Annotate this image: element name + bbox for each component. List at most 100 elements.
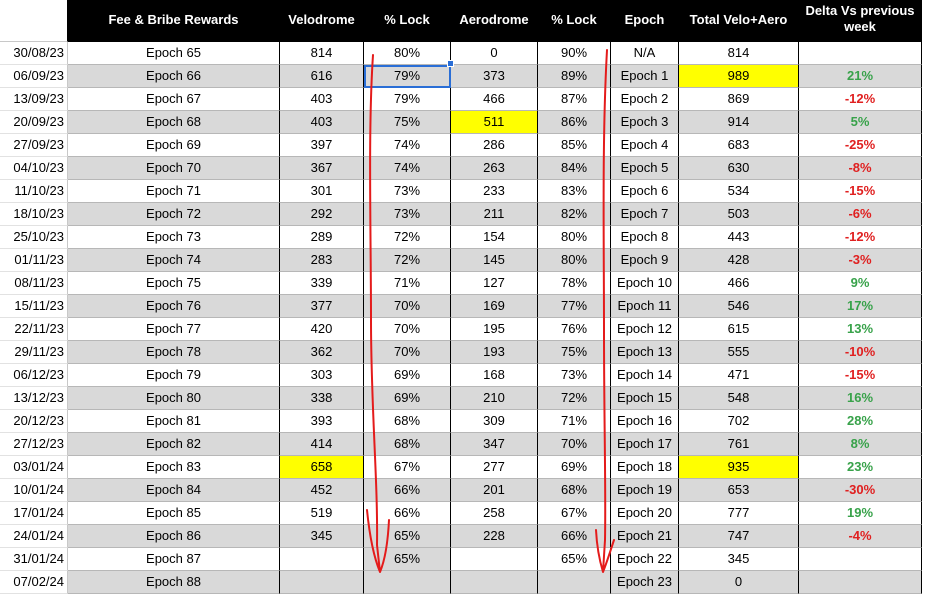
- aero-lock-cell[interactable]: 76%: [538, 318, 611, 341]
- date-cell[interactable]: 15/11/23: [0, 295, 68, 318]
- total-cell[interactable]: 466: [679, 272, 799, 295]
- velodrome-cell[interactable]: 303: [280, 364, 364, 387]
- aerodrome-cell[interactable]: 263: [451, 157, 538, 180]
- aero-epoch-cell[interactable]: N/A: [611, 42, 679, 65]
- epoch-name-cell[interactable]: Epoch 70: [68, 157, 280, 180]
- date-cell[interactable]: 11/10/23: [0, 180, 68, 203]
- velo-lock-cell[interactable]: 72%: [364, 226, 451, 249]
- aero-lock-cell[interactable]: [538, 571, 611, 594]
- velo-lock-cell[interactable]: 73%: [364, 180, 451, 203]
- epoch-name-cell[interactable]: Epoch 88: [68, 571, 280, 594]
- aerodrome-cell[interactable]: 154: [451, 226, 538, 249]
- aero-lock-cell[interactable]: 84%: [538, 157, 611, 180]
- aero-lock-cell[interactable]: 89%: [538, 65, 611, 88]
- delta-cell[interactable]: [799, 548, 922, 571]
- aero-lock-cell[interactable]: 70%: [538, 433, 611, 456]
- date-cell[interactable]: 06/12/23: [0, 364, 68, 387]
- total-cell[interactable]: 683: [679, 134, 799, 157]
- aerodrome-cell[interactable]: 233: [451, 180, 538, 203]
- date-cell[interactable]: 07/02/24: [0, 571, 68, 594]
- date-cell[interactable]: 30/08/23: [0, 42, 68, 65]
- aerodrome-cell[interactable]: 127: [451, 272, 538, 295]
- epoch-name-cell[interactable]: Epoch 79: [68, 364, 280, 387]
- aero-lock-cell[interactable]: 83%: [538, 180, 611, 203]
- date-cell[interactable]: 29/11/23: [0, 341, 68, 364]
- velodrome-cell[interactable]: 345: [280, 525, 364, 548]
- delta-cell[interactable]: 8%: [799, 433, 922, 456]
- aero-lock-cell[interactable]: 80%: [538, 249, 611, 272]
- header-date[interactable]: [0, 0, 68, 42]
- aero-lock-cell[interactable]: 68%: [538, 479, 611, 502]
- aero-epoch-cell[interactable]: Epoch 16: [611, 410, 679, 433]
- epoch-name-cell[interactable]: Epoch 69: [68, 134, 280, 157]
- delta-cell[interactable]: 16%: [799, 387, 922, 410]
- epoch-name-cell[interactable]: Epoch 80: [68, 387, 280, 410]
- total-cell[interactable]: 702: [679, 410, 799, 433]
- velo-lock-cell[interactable]: 70%: [364, 295, 451, 318]
- velodrome-cell[interactable]: 393: [280, 410, 364, 433]
- velodrome-cell[interactable]: 420: [280, 318, 364, 341]
- aero-epoch-cell[interactable]: Epoch 22: [611, 548, 679, 571]
- header-velodrome[interactable]: Velodrome: [280, 0, 364, 42]
- total-cell[interactable]: 546: [679, 295, 799, 318]
- velodrome-cell[interactable]: 377: [280, 295, 364, 318]
- total-cell[interactable]: 989: [679, 65, 799, 88]
- date-cell[interactable]: 18/10/23: [0, 203, 68, 226]
- aero-epoch-cell[interactable]: Epoch 9: [611, 249, 679, 272]
- velodrome-cell[interactable]: 616: [280, 65, 364, 88]
- epoch-name-cell[interactable]: Epoch 67: [68, 88, 280, 111]
- aerodrome-cell[interactable]: 258: [451, 502, 538, 525]
- total-cell[interactable]: 814: [679, 42, 799, 65]
- epoch-name-cell[interactable]: Epoch 77: [68, 318, 280, 341]
- velo-lock-cell[interactable]: 70%: [364, 318, 451, 341]
- velo-lock-cell[interactable]: 80%: [364, 42, 451, 65]
- epoch-name-cell[interactable]: Epoch 65: [68, 42, 280, 65]
- epoch-name-cell[interactable]: Epoch 86: [68, 525, 280, 548]
- aerodrome-cell[interactable]: 195: [451, 318, 538, 341]
- aero-epoch-cell[interactable]: Epoch 13: [611, 341, 679, 364]
- velodrome-cell[interactable]: 519: [280, 502, 364, 525]
- velo-lock-cell[interactable]: 70%: [364, 341, 451, 364]
- aero-lock-cell[interactable]: 66%: [538, 525, 611, 548]
- aerodrome-cell[interactable]: 228: [451, 525, 538, 548]
- delta-cell[interactable]: 13%: [799, 318, 922, 341]
- delta-cell[interactable]: -4%: [799, 525, 922, 548]
- aero-epoch-cell[interactable]: Epoch 10: [611, 272, 679, 295]
- total-cell[interactable]: 747: [679, 525, 799, 548]
- delta-cell[interactable]: 21%: [799, 65, 922, 88]
- date-cell[interactable]: 17/01/24: [0, 502, 68, 525]
- total-cell[interactable]: 615: [679, 318, 799, 341]
- epoch-name-cell[interactable]: Epoch 85: [68, 502, 280, 525]
- epoch-name-cell[interactable]: Epoch 66: [68, 65, 280, 88]
- aerodrome-cell[interactable]: 309: [451, 410, 538, 433]
- velo-lock-cell[interactable]: 66%: [364, 502, 451, 525]
- total-cell[interactable]: 555: [679, 341, 799, 364]
- aero-lock-cell[interactable]: 80%: [538, 226, 611, 249]
- epoch-name-cell[interactable]: Epoch 73: [68, 226, 280, 249]
- delta-cell[interactable]: 5%: [799, 111, 922, 134]
- date-cell[interactable]: 10/01/24: [0, 479, 68, 502]
- date-cell[interactable]: 27/12/23: [0, 433, 68, 456]
- aero-epoch-cell[interactable]: Epoch 18: [611, 456, 679, 479]
- delta-cell[interactable]: 17%: [799, 295, 922, 318]
- aerodrome-cell[interactable]: 511: [451, 111, 538, 134]
- velodrome-cell[interactable]: [280, 571, 364, 594]
- aero-lock-cell[interactable]: 86%: [538, 111, 611, 134]
- velodrome-cell[interactable]: 403: [280, 88, 364, 111]
- date-cell[interactable]: 13/12/23: [0, 387, 68, 410]
- aero-epoch-cell[interactable]: Epoch 23: [611, 571, 679, 594]
- delta-cell[interactable]: [799, 571, 922, 594]
- velodrome-cell[interactable]: 814: [280, 42, 364, 65]
- aerodrome-cell[interactable]: 211: [451, 203, 538, 226]
- aerodrome-cell[interactable]: [451, 548, 538, 571]
- velo-lock-cell[interactable]: 65%: [364, 525, 451, 548]
- total-cell[interactable]: 471: [679, 364, 799, 387]
- total-cell[interactable]: 935: [679, 456, 799, 479]
- aero-epoch-cell[interactable]: Epoch 12: [611, 318, 679, 341]
- velo-lock-cell[interactable]: 69%: [364, 364, 451, 387]
- delta-cell[interactable]: 9%: [799, 272, 922, 295]
- total-cell[interactable]: 0: [679, 571, 799, 594]
- delta-cell[interactable]: 19%: [799, 502, 922, 525]
- aero-lock-cell[interactable]: 71%: [538, 410, 611, 433]
- epoch-name-cell[interactable]: Epoch 83: [68, 456, 280, 479]
